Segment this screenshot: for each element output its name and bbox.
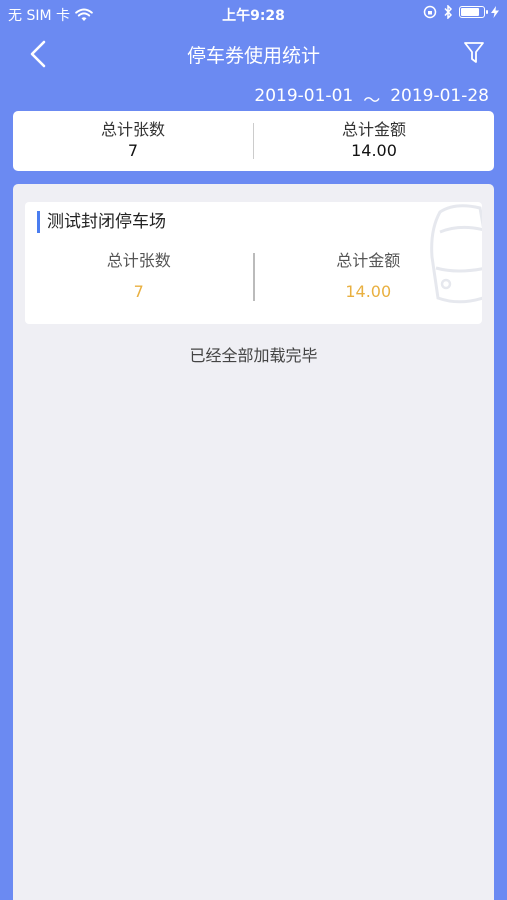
- lot-count-value: 7: [133, 282, 144, 301]
- page-title: 停车券使用统计: [186, 45, 320, 67]
- charging-icon: [491, 6, 499, 18]
- lot-count: 总计张数 7: [25, 250, 253, 304]
- summary-amount: 总计金额 14.00: [254, 120, 494, 162]
- lot-name: 测试封闭停车场: [47, 212, 166, 232]
- filter-icon: [464, 42, 484, 63]
- lot-count-label: 总计张数: [106, 251, 171, 270]
- lot-amount-value: 14.00: [345, 282, 392, 301]
- date-end: 2019-01-28: [390, 86, 489, 106]
- orientation-lock-icon: [423, 5, 437, 19]
- status-right: [423, 5, 499, 19]
- lot-amount-label: 总计金额: [336, 251, 401, 270]
- filter-button[interactable]: [459, 38, 489, 68]
- lot-amount: 总计金额 14.00: [255, 250, 483, 304]
- status-bar: 无 SIM 卡 上午9:28: [0, 0, 507, 26]
- battery-fill: [461, 8, 480, 16]
- bluetooth-icon: [444, 5, 453, 19]
- nav-bar: 停车券使用统计: [0, 28, 507, 78]
- lot-name-accent: [37, 211, 40, 233]
- date-start: 2019-01-01: [254, 86, 354, 106]
- date-separator: ～: [363, 91, 381, 111]
- summary-amount-label: 总计金额: [341, 120, 406, 139]
- list-item[interactable]: 测试封闭停车场 总计张数 7 总计金额 14.00: [25, 202, 482, 324]
- summary-card: 总计张数 7 总计金额 14.00: [13, 111, 494, 171]
- end-of-list-text: 已经全部加载完毕: [189, 346, 318, 365]
- summary-amount-value: 14.00: [351, 141, 397, 160]
- battery-icon: [459, 6, 488, 18]
- date-range[interactable]: 2019-01-01 ～ 2019-01-28: [254, 86, 489, 111]
- summary-count-label: 总计张数: [100, 120, 165, 139]
- list-panel[interactable]: 测试封闭停车场 总计张数 7 总计金额 14.00 已经全部加载完毕: [13, 184, 494, 900]
- summary-count-value: 7: [127, 141, 139, 160]
- summary-count: 总计张数 7: [13, 120, 253, 162]
- lot-stats: 总计张数 7 总计金额 14.00: [25, 250, 483, 304]
